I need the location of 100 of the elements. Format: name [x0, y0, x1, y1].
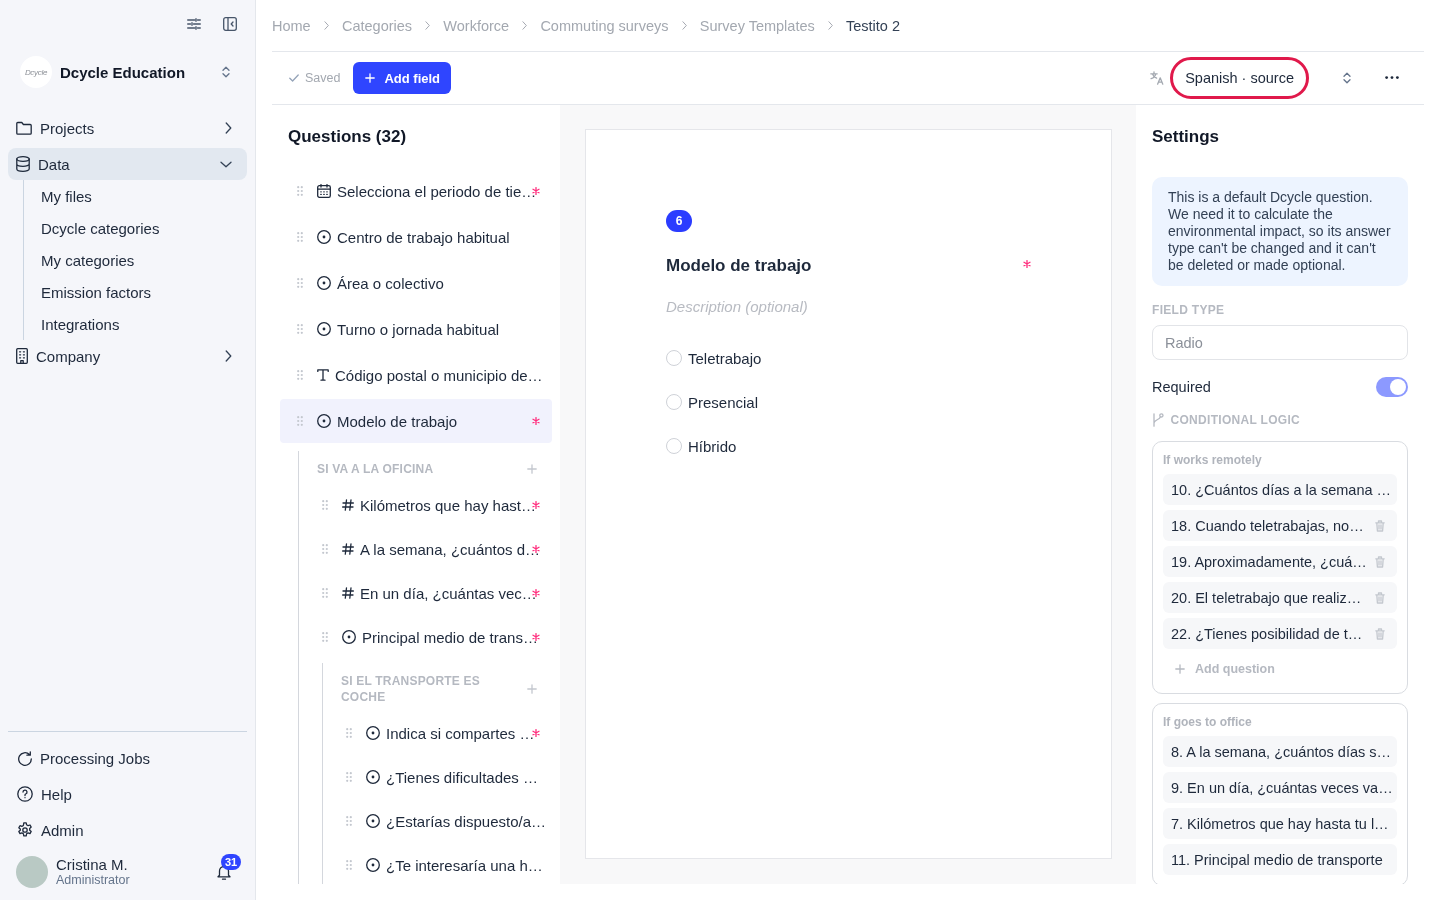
question-item[interactable]: Principal medio de trans… — [305, 615, 552, 659]
question-item[interactable]: ¿Te interesaría una h… — [329, 843, 552, 884]
logic-question-item[interactable]: 18. Cuando teletrabajas, no… — [1163, 510, 1397, 541]
radio-icon[interactable] — [666, 438, 682, 454]
more-icon[interactable] — [1385, 76, 1399, 80]
drag-handle-icon[interactable] — [297, 416, 303, 426]
language-select[interactable]: Spanish · source — [1170, 57, 1309, 99]
nav-subitem[interactable]: My categories — [24, 244, 247, 276]
org-logo: Dcycle — [20, 56, 52, 88]
logic-question-item[interactable]: 20. El teletrabajo que realiz… — [1163, 582, 1397, 613]
info-notice: This is a default Dcycle question. We need it to calculate the environmental impact, so its answer type can't be changed and it can't be deleted or made optional. — [1152, 177, 1408, 286]
question-item[interactable]: Kilómetros que hay hast… — [305, 483, 552, 527]
nav-item[interactable]: Processing Jobs — [8, 740, 247, 776]
question-item[interactable]: Código postal o municipio de… — [280, 353, 552, 397]
toggle-label: Required — [1152, 379, 1211, 395]
translate-icon — [1150, 71, 1165, 85]
nav-item[interactable]: Data — [8, 148, 247, 180]
chevron-updown-icon[interactable] — [1343, 72, 1351, 84]
drag-handle-icon[interactable] — [297, 186, 303, 196]
question-item[interactable]: En un día, ¿cuántas vec… — [305, 571, 552, 615]
question-item[interactable]: Selecciona el periodo de tie… — [280, 169, 552, 213]
drag-handle-icon[interactable] — [322, 544, 328, 554]
nav-item[interactable]: Company — [8, 340, 247, 372]
logic-question-item[interactable]: 19. Aproximadamente, ¿cuá… — [1163, 546, 1397, 577]
radio-option[interactable]: Híbrido — [666, 424, 1031, 468]
logic-question-item[interactable]: 8. A la semana, ¿cuántos días s… — [1163, 736, 1397, 767]
logic-rule-title: If goes to office — [1163, 714, 1253, 730]
question-item[interactable]: Modelo de trabajo — [280, 399, 552, 443]
drag-handle-icon[interactable] — [346, 728, 352, 738]
description-field[interactable]: Description (optional) — [666, 294, 1031, 318]
radio-icon[interactable] — [666, 394, 682, 410]
plus-icon — [365, 73, 376, 83]
radio-option[interactable]: Presencial — [666, 380, 1031, 424]
circle-dot-icon — [342, 630, 356, 644]
branch-heading: SI VA A LA OFICINA — [317, 461, 434, 477]
add-field-button[interactable]: Add field — [353, 62, 452, 94]
drag-handle-icon[interactable] — [297, 324, 303, 334]
refresh-icon — [17, 750, 32, 766]
drag-handle-icon[interactable] — [346, 772, 352, 782]
section-label: CONDITIONAL LOGIC — [1170, 412, 1301, 428]
drag-handle-icon[interactable] — [297, 370, 303, 380]
nav-subitem[interactable]: Integrations — [24, 308, 247, 340]
nav-item[interactable]: Help — [8, 776, 247, 812]
chevron-right-icon — [323, 21, 329, 30]
question-item[interactable]: Indica si compartes … — [329, 711, 552, 755]
drag-handle-icon[interactable] — [322, 500, 328, 510]
chevron-right-icon — [225, 122, 232, 134]
circle-dot-icon — [317, 276, 331, 290]
nav-subitem[interactable]: Dcycle categories — [24, 212, 247, 244]
breadcrumb-current: Testito 2 — [846, 17, 900, 34]
plus-icon[interactable] — [527, 464, 537, 474]
circle-dot-icon — [366, 726, 380, 740]
sidebar-collapse-icon[interactable] — [223, 17, 237, 31]
bell-icon[interactable] — [217, 864, 231, 880]
nav-subitem[interactable]: Emission factors — [24, 276, 247, 308]
circle-dot-icon — [317, 414, 331, 428]
trash-icon[interactable] — [1375, 555, 1385, 568]
nav-subitem[interactable]: My files — [24, 180, 247, 212]
trash-icon[interactable] — [1375, 591, 1385, 604]
question-item[interactable]: Turno o jornada habitual — [280, 307, 552, 351]
nav-item[interactable]: Admin — [8, 812, 247, 848]
drag-handle-icon[interactable] — [322, 632, 328, 642]
required-toggle[interactable] — [1376, 377, 1408, 397]
plus-icon — [1175, 664, 1185, 674]
drag-handle-icon[interactable] — [322, 588, 328, 598]
radio-option[interactable]: Teletrabajo — [666, 336, 1031, 380]
question-item[interactable]: ¿Estarías dispuesto/a… — [329, 799, 552, 843]
radio-icon[interactable] — [666, 350, 682, 366]
circle-dot-icon — [366, 814, 380, 828]
chevron-right-icon — [425, 21, 431, 30]
chevron-right-icon — [681, 21, 687, 30]
drag-handle-icon[interactable] — [297, 278, 303, 288]
logic-rule-title: If works remotely — [1163, 452, 1263, 468]
text-type-icon — [317, 369, 329, 381]
logic-question-item[interactable]: 10. ¿Cuántos días a la semana … — [1163, 474, 1397, 505]
folder-icon — [16, 121, 32, 135]
chevron-right-icon — [225, 350, 232, 362]
question-item[interactable]: Área o colectivo — [280, 261, 552, 305]
notification-count: 31 — [221, 854, 242, 870]
logic-question-item[interactable]: 7. Kilómetros que hay hasta tu l… — [1163, 808, 1397, 839]
avatar-placeholder[interactable] — [16, 856, 48, 888]
logic-question-item[interactable]: 11. Principal medio de transporte — [1163, 844, 1397, 875]
question-item[interactable]: Centro de trabajo habitual — [280, 215, 552, 259]
question-item[interactable]: A la semana, ¿cuántos d… — [305, 527, 552, 571]
trash-icon[interactable] — [1375, 519, 1385, 532]
logic-question-item[interactable]: 9. En un día, ¿cuántas veces va… — [1163, 772, 1397, 803]
question-item[interactable]: ¿Tienes dificultades … — [329, 755, 552, 799]
logic-question-item[interactable]: 22. ¿Tienes posibilidad de t… — [1163, 618, 1397, 649]
circle-dot-icon — [366, 770, 380, 784]
drag-handle-icon[interactable] — [346, 816, 352, 826]
sliders-icon[interactable] — [187, 18, 201, 30]
plus-icon[interactable] — [527, 684, 537, 694]
check-icon — [289, 74, 299, 82]
drag-handle-icon[interactable] — [297, 232, 303, 242]
trash-icon[interactable] — [1375, 627, 1385, 640]
nav-item[interactable]: Projects — [8, 112, 247, 144]
chevron-updown-icon[interactable] — [222, 66, 230, 78]
calendar-icon — [317, 184, 331, 198]
drag-handle-icon[interactable] — [346, 860, 352, 870]
circle-dot-icon — [317, 322, 331, 336]
